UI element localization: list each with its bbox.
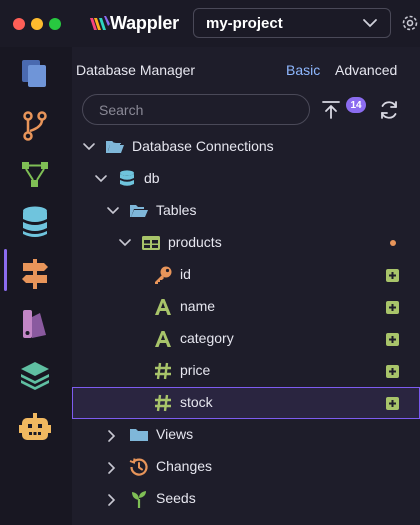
zoom-window-button[interactable]: [49, 18, 61, 30]
title-bar: Wappler my-project: [0, 0, 420, 47]
chevron-down-icon: [95, 175, 107, 183]
activity-routing[interactable]: [14, 253, 56, 295]
tree-label: id: [180, 266, 191, 282]
table-icon: [142, 236, 160, 250]
minimize-window-button[interactable]: [31, 18, 43, 30]
chevron-right-icon: [108, 462, 116, 474]
panel-title: Database Manager: [76, 62, 196, 78]
tree-label: Changes: [156, 458, 213, 474]
close-window-button[interactable]: [13, 18, 25, 30]
tree-item-column-price[interactable]: price: [72, 355, 420, 387]
tree-label: products: [168, 234, 222, 250]
chevron-right-icon: [108, 430, 116, 442]
tree-item-seeds[interactable]: Seeds: [72, 483, 420, 515]
git-branch-icon: [23, 111, 47, 141]
search-input[interactable]: [82, 94, 310, 125]
tree-label: name: [180, 298, 216, 314]
apply-changes-icon[interactable]: [320, 99, 342, 121]
tree-label: Seeds: [156, 490, 196, 506]
folder-open-icon: [130, 205, 148, 217]
tree-item-changes[interactable]: Changes: [72, 451, 420, 483]
tree-item-products-table[interactable]: products: [72, 227, 420, 259]
tree-item-column-id[interactable]: id: [72, 259, 420, 291]
tree-item-views[interactable]: Views: [72, 419, 420, 451]
pending-changes-badge: 14: [346, 97, 366, 113]
brand-name: Wappler: [110, 13, 179, 33]
tree-label: category: [180, 330, 234, 346]
activity-layers[interactable]: [14, 353, 56, 395]
tree-label: Views: [156, 426, 194, 442]
tree-item-column-name[interactable]: name: [72, 291, 420, 323]
wappler-logo-icon: [90, 16, 110, 30]
color-palette-icon: [23, 310, 46, 338]
key-icon: [155, 266, 172, 284]
refresh-icon[interactable]: [378, 99, 400, 121]
folder-icon: [130, 429, 148, 441]
chevron-down-icon: [107, 207, 119, 215]
chevron-down-icon: [119, 239, 131, 247]
tree-item-tables[interactable]: Tables: [72, 195, 420, 227]
tree-label: db: [144, 170, 160, 186]
tree-label: Database Connections: [132, 138, 274, 154]
text-type-icon: [155, 331, 171, 347]
signpost-icon: [22, 259, 48, 289]
folder-open-icon: [106, 141, 124, 153]
activity-bar: [0, 47, 72, 525]
number-type-icon: [155, 362, 171, 380]
tab-basic[interactable]: Basic: [286, 62, 320, 78]
tree-item-column-stock[interactable]: stock: [72, 387, 420, 419]
project-name: my-project: [206, 15, 283, 32]
activity-pages[interactable]: [14, 53, 56, 95]
unsaved-changes-dot: [390, 240, 396, 246]
activity-git[interactable]: [14, 105, 56, 147]
sprout-icon: [132, 491, 146, 508]
database-icon: [23, 206, 47, 237]
robot-icon: [19, 413, 51, 440]
layers-icon: [21, 362, 49, 390]
gear-icon[interactable]: [400, 13, 420, 33]
activity-flows[interactable]: [14, 153, 56, 195]
active-indicator: [4, 249, 7, 291]
tree-item-column-category[interactable]: category: [72, 323, 420, 355]
activity-ai-assistant[interactable]: [14, 407, 56, 449]
add-icon[interactable]: [386, 301, 399, 314]
database-manager-panel: Database Manager Basic Advanced 14 Datab…: [72, 47, 420, 525]
add-icon[interactable]: [386, 365, 399, 378]
tab-advanced[interactable]: Advanced: [335, 62, 397, 78]
history-icon: [129, 458, 148, 476]
activity-theme[interactable]: [14, 303, 56, 345]
add-icon[interactable]: [386, 333, 399, 346]
activity-database[interactable]: [14, 201, 56, 243]
number-type-icon: [155, 394, 171, 412]
tree-label: Tables: [156, 202, 197, 218]
project-selector[interactable]: my-project: [193, 8, 391, 38]
database-icon: [120, 170, 134, 186]
files-icon: [22, 60, 46, 87]
chevron-right-icon: [108, 494, 116, 506]
add-icon[interactable]: [386, 269, 399, 282]
tree-label: stock: [180, 394, 213, 410]
text-type-icon: [155, 299, 171, 315]
flow-diagram-icon: [22, 162, 48, 187]
tree-label: price: [180, 362, 211, 378]
chevron-down-icon: [83, 143, 95, 151]
add-icon[interactable]: [386, 397, 399, 410]
chevron-down-icon: [363, 19, 377, 28]
tree-item-db-connection[interactable]: db: [72, 163, 420, 195]
tree-item-database-connections[interactable]: Database Connections: [72, 131, 420, 163]
